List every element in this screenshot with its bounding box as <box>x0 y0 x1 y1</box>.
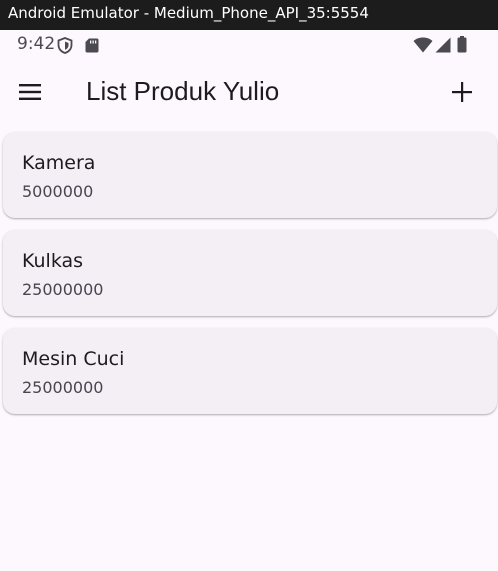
product-name: Kamera <box>22 152 96 174</box>
emulator-window-title: Android Emulator - Medium_Phone_API_35:5… <box>0 0 498 30</box>
app-bar: List Produk Yulio <box>0 62 498 122</box>
product-card[interactable]: Kulkas 25000000 <box>3 230 497 316</box>
product-name: Kulkas <box>22 250 84 272</box>
product-list: Kamera 5000000 Kulkas 25000000 Mesin Cuc… <box>3 132 497 426</box>
signal-icon <box>435 37 451 53</box>
status-time: 9:42 <box>17 34 56 54</box>
add-icon <box>452 82 472 102</box>
shield-icon <box>57 37 73 54</box>
product-card[interactable]: Kamera 5000000 <box>3 132 497 218</box>
menu-icon <box>19 84 41 100</box>
add-product-button[interactable] <box>444 74 480 110</box>
product-price: 25000000 <box>22 280 104 299</box>
sd-card-icon <box>85 38 99 53</box>
page-title: List Produk Yulio <box>86 76 280 106</box>
status-bar: 9:42 <box>0 30 498 60</box>
wifi-icon <box>413 37 433 53</box>
battery-icon <box>457 36 467 53</box>
menu-button[interactable] <box>12 74 48 110</box>
product-name: Mesin Cuci <box>22 348 125 370</box>
product-card[interactable]: Mesin Cuci 25000000 <box>3 328 497 414</box>
product-price: 5000000 <box>22 182 94 201</box>
device-screen: 9:42 List Produk Yulio Kamera 5000000 Ku… <box>0 30 498 571</box>
product-price: 25000000 <box>22 378 104 397</box>
